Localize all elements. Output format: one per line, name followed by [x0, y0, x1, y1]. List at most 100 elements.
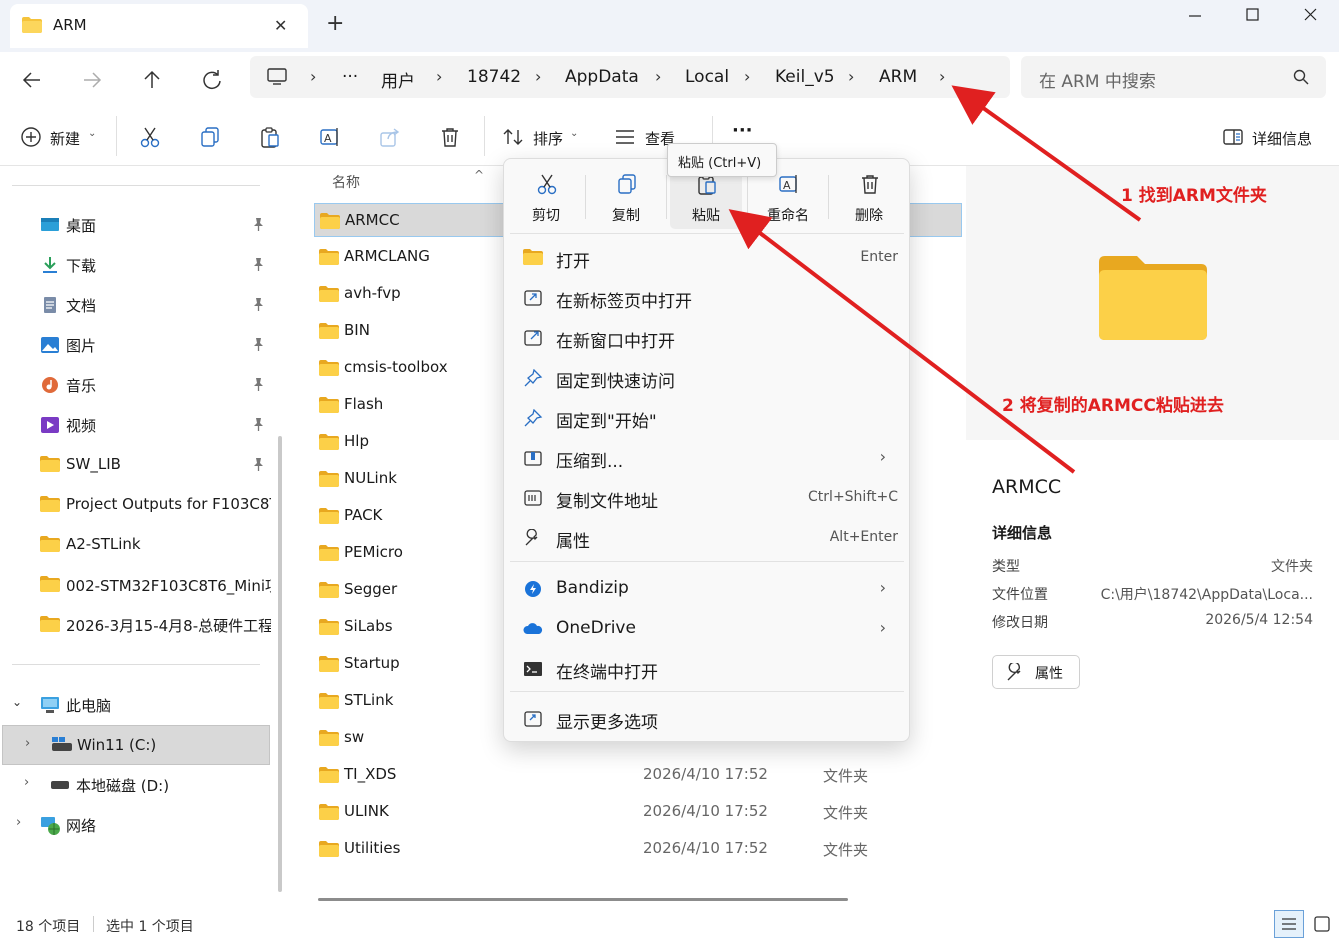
chevron-down-icon[interactable]: ⌄ — [570, 128, 578, 139]
menu-item-new-window[interactable]: 在新窗口中打开 — [510, 319, 904, 357]
sidebar-item-10[interactable]: 2026-3月15-4月8-总硬件工程 — [0, 607, 280, 643]
properties-button[interactable]: 属性 — [992, 655, 1080, 689]
row-name: ULINK — [344, 802, 389, 820]
pin-icon[interactable] — [251, 217, 265, 231]
tiles-view-button[interactable] — [1308, 910, 1336, 938]
details-pane-icon[interactable] — [1222, 126, 1244, 148]
close-tab-icon[interactable]: ✕ — [274, 16, 287, 35]
sidebar-item-7[interactable]: Project Outputs for F103C8T — [0, 487, 280, 523]
menu-item-wrench[interactable]: 属性 Alt+Enter — [510, 519, 904, 557]
breadcrumb-users[interactable]: 用户 — [381, 67, 415, 92]
new-plus-icon[interactable] — [20, 126, 42, 148]
menu-item-onedrive[interactable]: OneDrive › — [510, 610, 904, 648]
breadcrumb-separator[interactable]: › — [310, 67, 316, 86]
sidebar-item-9[interactable]: 002-STM32F103C8T6_Mini项 — [0, 567, 280, 603]
pin-icon[interactable] — [251, 377, 265, 391]
sort-icon[interactable] — [502, 126, 524, 148]
breadcrumb-user[interactable]: 18742 — [467, 67, 521, 87]
search-box[interactable]: 在 ARM 中搜索 — [1021, 56, 1326, 98]
computer-icon[interactable] — [266, 68, 288, 86]
pin-icon[interactable] — [251, 257, 265, 271]
breadcrumb-local[interactable]: Local — [685, 67, 729, 87]
table-row[interactable]: Utilities 2026/4/10 17:52 文件夹 — [314, 832, 962, 866]
copy-button[interactable]: 复制 — [590, 169, 662, 229]
sidebar-item-6[interactable]: SW_LIB — [0, 447, 280, 483]
sidebar-item-2[interactable]: 文档 — [0, 287, 280, 323]
maximize-button[interactable] — [1238, 6, 1268, 26]
copy-icon[interactable] — [199, 126, 221, 148]
table-row[interactable]: ULINK 2026/4/10 17:52 文件夹 — [314, 795, 962, 829]
breadcrumb-overflow[interactable]: ··· — [342, 67, 358, 87]
menu-item-open-folder[interactable]: 打开 Enter — [510, 239, 904, 277]
details-button[interactable]: 详细信息 — [1252, 128, 1312, 149]
sidebar-item-4[interactable]: 音乐 — [0, 367, 280, 403]
tab-arm[interactable]: ARM ✕ — [10, 4, 308, 48]
pin-icon[interactable] — [251, 297, 265, 311]
search-input[interactable]: 在 ARM 中搜索 — [1039, 67, 1156, 92]
breadcrumb-separator[interactable]: › — [535, 67, 541, 86]
sidebar-item-1[interactable]: 下载 — [0, 247, 280, 283]
sidebar-item-label: 音乐 — [66, 377, 97, 395]
sidebar-item-drive-c[interactable]: › Win11 (C:) — [2, 725, 270, 765]
breadcrumb-arm[interactable]: ARM — [879, 67, 917, 87]
new-tab-button[interactable]: + — [326, 12, 344, 36]
menu-item-pin[interactable]: 固定到快速访问 — [510, 359, 904, 397]
pin-icon[interactable] — [251, 457, 265, 471]
chevron-right-icon[interactable]: › — [16, 815, 21, 830]
menu-item-copy-path[interactable]: 复制文件地址 Ctrl+Shift+C — [510, 479, 904, 517]
details-view-button[interactable] — [1274, 910, 1304, 938]
breadcrumb-separator[interactable]: › — [744, 67, 750, 86]
chevron-right-icon[interactable]: › — [24, 775, 29, 790]
menu-item-pin-start[interactable]: 固定到"开始" — [510, 399, 904, 437]
folder-icon — [319, 767, 339, 783]
sidebar-item-network[interactable]: › 网络 — [0, 807, 280, 843]
horizontal-scrollbar[interactable] — [318, 898, 848, 901]
menu-item-bandizip[interactable]: Bandizip › — [510, 570, 904, 608]
breadcrumb-separator[interactable]: › — [436, 67, 442, 86]
sidebar-item-3[interactable]: 图片 — [0, 327, 280, 363]
rename-button[interactable]: A 重命名 — [752, 169, 824, 229]
breadcrumb-expand[interactable]: › — [939, 67, 945, 86]
pin-icon[interactable] — [251, 337, 265, 351]
cut-button[interactable]: 剪切 — [510, 169, 582, 229]
chevron-down-icon[interactable]: ⌄ — [12, 695, 22, 709]
breadcrumb-separator[interactable]: › — [848, 67, 854, 86]
back-button[interactable] — [18, 66, 46, 94]
forward-button[interactable] — [78, 66, 106, 94]
sidebar-item-5[interactable]: 视频 — [0, 407, 280, 443]
refresh-button[interactable] — [198, 66, 226, 94]
rename-icon[interactable]: A — [319, 126, 341, 148]
menu-item-terminal[interactable]: 在终端中打开 — [510, 650, 904, 688]
paste-icon[interactable] — [259, 126, 281, 148]
paste-button[interactable]: 粘贴 — [670, 169, 742, 229]
new-button[interactable]: 新建 — [50, 128, 80, 149]
address-bar[interactable]: › ··· 用户 › 18742 › AppData › Local › Kei… — [250, 56, 1010, 98]
column-header-name[interactable]: 名称 — [332, 172, 360, 192]
sidebar-scrollbar[interactable] — [278, 436, 282, 892]
sort-button[interactable]: 排序 — [533, 128, 563, 149]
pin-icon[interactable] — [251, 417, 265, 431]
close-window-button[interactable] — [1296, 6, 1326, 26]
menu-item-new-tab[interactable]: 在新标签页中打开 — [510, 279, 904, 317]
breadcrumb-separator[interactable]: › — [655, 67, 661, 86]
prop-value: 2026/5/4 12:54 — [1205, 612, 1313, 628]
chevron-right-icon[interactable]: › — [25, 736, 30, 751]
sidebar-item-8[interactable]: A2-STLink — [0, 527, 280, 563]
menu-item-more-options[interactable]: 显示更多选项 — [510, 700, 904, 738]
sidebar-item-drive-d[interactable]: › 本地磁盘 (D:) — [0, 767, 280, 803]
minimize-button[interactable] — [1180, 6, 1210, 26]
breadcrumb-keil[interactable]: Keil_v5 — [775, 67, 835, 87]
sidebar-item-this-pc[interactable]: ⌄ 此电脑 — [0, 687, 280, 723]
breadcrumb-appdata[interactable]: AppData — [565, 67, 639, 87]
up-button[interactable] — [138, 66, 166, 94]
delete-button[interactable]: 删除 — [833, 169, 905, 229]
view-icon[interactable] — [614, 126, 636, 148]
cut-icon[interactable] — [139, 126, 161, 148]
more-options-button[interactable]: ··· — [732, 120, 753, 141]
delete-icon[interactable] — [439, 126, 461, 148]
sidebar-item-0[interactable]: 桌面 — [0, 207, 280, 243]
menu-item-zip[interactable]: 压缩到... › — [510, 439, 904, 477]
table-row[interactable]: TI_XDS 2026/4/10 17:52 文件夹 — [314, 758, 962, 792]
share-icon[interactable] — [379, 126, 401, 148]
chevron-down-icon[interactable]: ⌄ — [88, 128, 96, 139]
